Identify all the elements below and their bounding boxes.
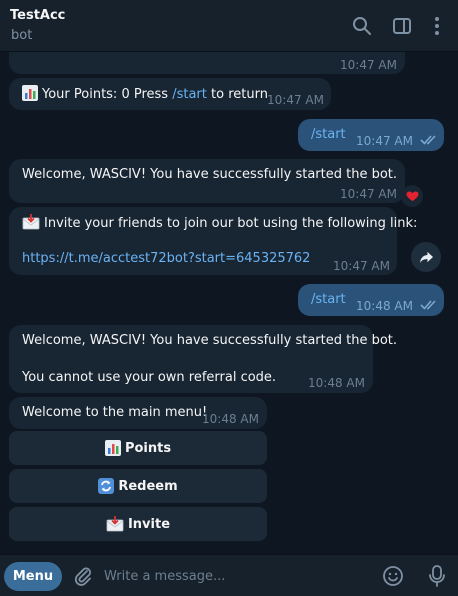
chart-emoji-icon (22, 85, 38, 101)
chat-title[interactable]: TestAcc (10, 8, 65, 23)
message-time: 10:47 AM (340, 58, 397, 72)
refresh-emoji-icon (98, 478, 115, 494)
message-text: Your Points: 0 Press /start to return (22, 85, 268, 104)
points-text: Your Points: 0 Press (42, 87, 173, 102)
message-time: 10:47 AM (267, 93, 324, 107)
more-options-icon[interactable] (426, 15, 448, 37)
heart-reaction-icon[interactable] (401, 185, 423, 207)
points-button[interactable]: Points (9, 431, 267, 465)
message-text[interactable]: /start (311, 291, 346, 309)
redeem-button[interactable]: Redeem (9, 469, 267, 503)
message-time: 10:48 AM (202, 412, 259, 426)
message-bubble[interactable]: 10:47 AM (9, 52, 405, 74)
message-time: 10:48 AM (356, 299, 413, 313)
message-input[interactable] (104, 564, 364, 588)
invite-button[interactable]: Invite (9, 507, 267, 541)
invite-text: Invite your friends to join our bot usin… (44, 216, 418, 231)
message-list[interactable]: 10:47 AM Your Points: 0 Press /start to … (0, 52, 458, 554)
chat-header: TestAcc bot (0, 0, 458, 52)
microphone-icon[interactable] (426, 564, 448, 588)
start-command-link[interactable]: /start (172, 87, 207, 102)
message-text: Welcome, WASCIV! You have successfully s… (22, 167, 398, 182)
points-text-suffix: to return (206, 87, 268, 102)
message-bubble[interactable]: Welcome, WASCIV! You have successfully s… (9, 325, 397, 393)
points-button-label: Points (124, 440, 172, 456)
redeem-button-label: Redeem (118, 478, 178, 494)
forward-button[interactable] (411, 242, 441, 272)
chart-emoji-icon (104, 440, 121, 456)
outgoing-message-bubble[interactable]: /start 10:48 AM (298, 284, 444, 316)
read-checkmarks-icon (420, 300, 436, 310)
message-text: Invite your friends to join our bot usin… (22, 214, 417, 233)
message-text: You cannot use your own referral code. (22, 370, 277, 385)
message-text: Welcome to the main menu! (22, 405, 208, 420)
message-time: 10:47 AM (333, 259, 390, 273)
message-time: 10:47 AM (356, 134, 413, 148)
envelope-emoji-icon (22, 214, 40, 230)
referral-link[interactable]: https://t.me/acctest72bot?start=64532576… (22, 250, 310, 268)
outgoing-message-bubble[interactable]: /start 10:47 AM (298, 119, 444, 151)
message-time: 10:47 AM (340, 187, 397, 201)
envelope-emoji-icon (106, 516, 124, 532)
paperclip-icon[interactable] (72, 565, 94, 587)
message-text[interactable]: /start (311, 126, 346, 144)
invite-button-label: Invite (127, 516, 171, 532)
bot-menu-button[interactable]: Menu (4, 562, 62, 591)
message-bubble[interactable]: Welcome, WASCIV! You have successfully s… (9, 159, 405, 203)
emoji-icon[interactable] (382, 565, 404, 587)
sidebar-toggle-icon[interactable] (391, 15, 413, 37)
read-checkmarks-icon (420, 135, 436, 145)
message-bubble[interactable]: Your Points: 0 Press /start to return 10… (9, 78, 331, 110)
message-bubble[interactable]: Invite your friends to join our bot usin… (9, 207, 417, 275)
message-composer: Menu (0, 554, 458, 596)
chat-subtitle: bot (11, 28, 33, 43)
message-bubble[interactable]: Welcome to the main menu! 10:48 AM (9, 397, 267, 429)
message-text: Welcome, WASCIV! You have successfully s… (22, 333, 398, 348)
search-icon[interactable] (351, 15, 373, 37)
message-time: 10:48 AM (308, 376, 365, 390)
forward-arrow-icon (419, 251, 433, 263)
